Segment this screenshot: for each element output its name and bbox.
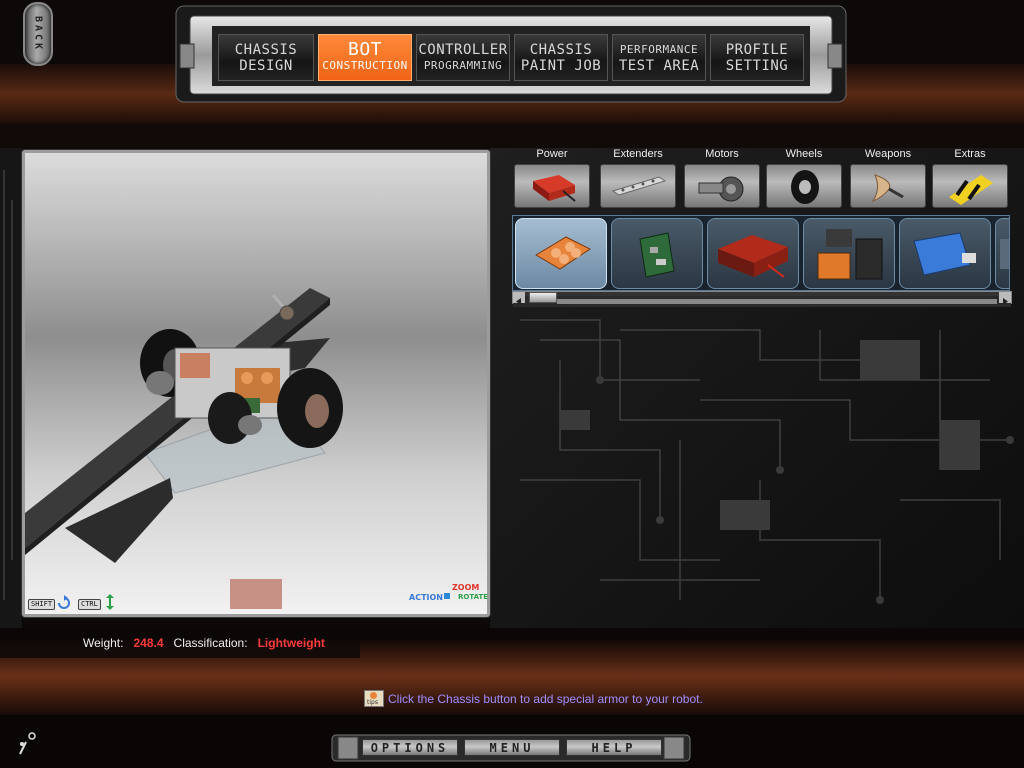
battery-icon [533,175,576,202]
menu-button[interactable]: MENU [464,739,560,756]
nav-profile-setting[interactable]: PROFILE SETTING [710,34,804,81]
bottom-menu: OPTIONS MENU HELP [330,733,692,763]
battery-pack-icon [535,236,591,270]
category-label-wheels: Wheels [785,148,823,160]
help-button[interactable]: HELP [566,739,662,756]
action-label: ACTION [409,593,443,602]
extender-bar-icon [611,176,667,196]
dual-battery-icon [817,229,883,280]
scrollbar-track [513,296,1011,307]
nav-controller-programming[interactable]: CONTROLLER PROGRAMMING [416,34,510,81]
nav-bot-construction[interactable]: BOT CONSTRUCTION [318,34,412,81]
parts-carousel [512,215,1010,291]
circuit-board-icon [639,232,675,278]
tips-icon-label: tips [367,699,378,706]
hint-text: Click the Chassis button to add special … [388,692,703,706]
category-power-button[interactable] [514,164,590,208]
part-slot-3[interactable] [707,218,799,289]
category-weapons-button[interactable] [850,164,926,208]
robot-3d-viewport[interactable] [22,150,490,617]
classification-label: Classification: [173,636,248,650]
tips-icon: tips [364,690,384,707]
nav-chassis-design[interactable]: CHASSIS DESIGN [218,34,314,81]
part-slot-6[interactable] [995,218,1009,289]
rotate-icon [58,595,70,609]
ctrl-key: CTRL [78,599,101,610]
zoom-label: ZOOM [452,583,480,592]
nav-performance-test-area[interactable]: PERFORMANCE TEST AREA [612,34,706,81]
part-slot-2[interactable] [611,218,703,289]
weight-value: 248.4 [133,636,164,650]
part-slot-5[interactable] [899,218,991,289]
weight-status: Weight: 248.4 Classification: Lightweigh… [83,636,325,650]
parts-scrollbar[interactable] [512,291,1012,307]
options-button[interactable]: OPTIONS [362,739,458,756]
category-label-weapons: Weapons [864,148,912,160]
part-slot-4[interactable] [803,218,895,289]
category-label-power: Power [536,148,568,160]
classification-value: Lightweight [257,636,325,650]
scroll-right-arrow-icon[interactable] [999,292,1011,305]
weapon-blade-icon [871,174,904,203]
top-navigation: CHASSIS DESIGN BOT CONSTRUCTION CONTROLL… [172,4,850,104]
vertical-move-icon [106,594,114,610]
scroll-left-arrow-icon[interactable] [513,292,525,305]
category-label-motors: Motors [705,148,739,160]
category-label-extenders: Extenders [613,148,663,160]
settings-logo-icon [19,732,36,755]
category-extras-button[interactable] [932,164,1008,208]
part-preview-icon [230,579,282,609]
back-label: BACK [32,15,44,53]
weight-label: Weight: [83,636,124,650]
motor-icon [698,176,744,202]
category-label-extras: Extras [954,148,986,160]
back-button[interactable]: BACK [23,2,53,66]
puma-canister-icon [913,232,976,276]
part-slot-1[interactable] [515,218,607,289]
category-wheels-button[interactable] [766,164,842,208]
robot-model [25,153,487,614]
rotate-label: ROTATE [458,593,489,601]
wheel-icon [791,170,819,204]
hazard-stripes-icon [949,175,993,205]
red-battery-icon [718,235,788,278]
control-cross-icon [444,593,450,599]
category-extenders-button[interactable] [600,164,676,208]
category-motors-button[interactable] [684,164,760,208]
partial-part-icon [1000,239,1009,269]
scroll-thumb[interactable] [529,292,557,303]
nav-chassis-paint-job[interactable]: CHASSIS PAINT JOB [514,34,608,81]
viewport-controls: SHIFT CTRL ACTION ZOOM ROTATE [28,579,489,615]
shift-key: SHIFT [28,599,56,610]
